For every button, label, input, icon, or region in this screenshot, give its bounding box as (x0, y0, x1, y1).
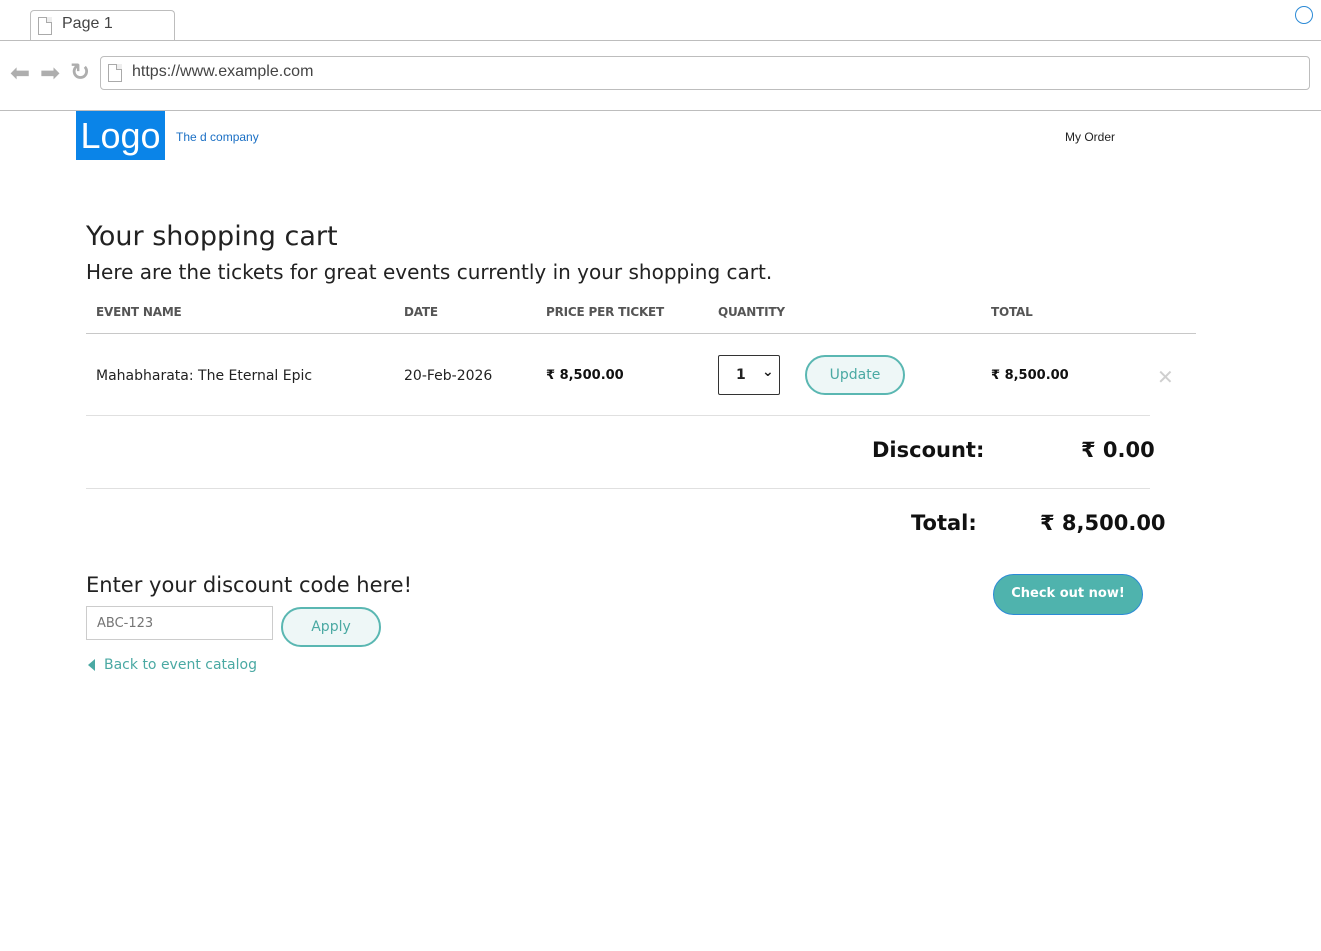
total-value: ₹ 8,500.00 (1040, 511, 1166, 535)
page-subtitle: Here are the tickets for great events cu… (86, 260, 773, 284)
back-arrow-icon[interactable]: ⬅ (10, 61, 30, 85)
url-text[interactable]: https://www.example.com (132, 63, 313, 81)
column-header-event-name: EVENT NAME (96, 305, 182, 319)
tab-page-icon (38, 17, 52, 35)
summary-divider (86, 488, 1150, 489)
remove-item-icon[interactable]: ✕ (1157, 365, 1174, 389)
tab-strip-divider (0, 40, 1321, 41)
chrome-divider (0, 110, 1321, 111)
event-date: 20-Feb-2026 (404, 368, 493, 384)
my-order-link[interactable]: My Order (1065, 130, 1115, 144)
page-title: Your shopping cart (86, 221, 338, 252)
logo[interactable]: Logo (76, 111, 165, 160)
discount-value: ₹ 0.00 (1081, 438, 1155, 462)
company-name[interactable]: The d company (176, 130, 259, 144)
table-header-divider (86, 333, 1196, 334)
apply-button[interactable]: Apply (281, 607, 381, 647)
discount-code-heading: Enter your discount code here! (86, 573, 413, 597)
column-header-date: DATE (404, 305, 438, 319)
chevron-down-icon: ⌄ (762, 364, 774, 380)
column-header-total: TOTAL (991, 305, 1033, 319)
checkout-button[interactable]: Check out now! (993, 574, 1143, 615)
total-label: Total: (911, 511, 977, 535)
column-header-quantity: QUANTITY (718, 305, 785, 319)
update-button[interactable]: Update (805, 355, 905, 395)
row-total: ₹ 8,500.00 (991, 368, 1069, 383)
event-name: Mahabharata: The Eternal Epic (96, 368, 313, 384)
column-header-price: PRICE PER TICKET (546, 305, 665, 319)
tab-label: Page 1 (62, 15, 113, 32)
caret-left-icon (88, 659, 95, 671)
window-control-icon[interactable] (1295, 6, 1313, 24)
quantity-value: 1 (736, 367, 746, 383)
discount-code-input[interactable] (86, 606, 273, 640)
discount-label: Discount: (872, 438, 985, 462)
url-page-icon (108, 64, 122, 82)
back-to-catalog-link[interactable]: Back to event catalog (104, 657, 257, 673)
forward-arrow-icon[interactable]: ➡ (40, 61, 60, 85)
row-divider (86, 415, 1150, 416)
reload-icon[interactable]: ↻ (70, 60, 90, 84)
price-per-ticket: ₹ 8,500.00 (546, 368, 624, 383)
